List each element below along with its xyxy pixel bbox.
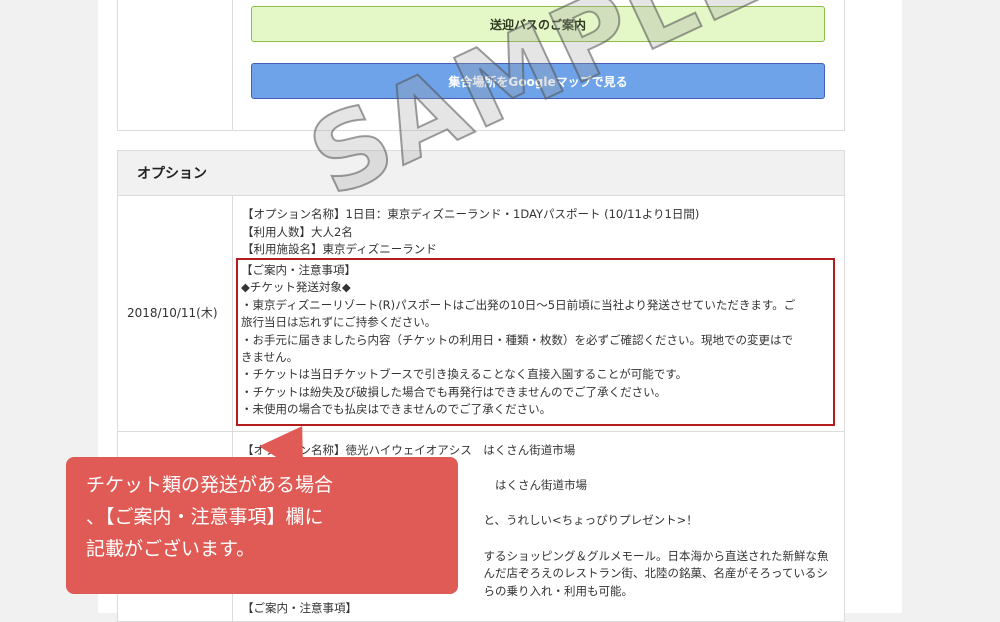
callout-line: 、【ご案内・注意事項】欄に xyxy=(86,506,324,528)
option-facility: 【利用施設名】東京ディズニーランド xyxy=(242,242,437,257)
label-column xyxy=(118,0,233,130)
notes-heading: 【ご案内・注意事項】 xyxy=(241,263,356,277)
annotation-callout: チケット類の発送がある場合 、【ご案内・注意事項】欄に 記載がございます。 xyxy=(66,457,458,594)
option-party-size: 【利用人数】大人2名 xyxy=(242,224,353,239)
notes-line: ・チケットは紛失及び破損した場合でも再発行はできませんのでご了承ください。 xyxy=(241,384,667,399)
notes-line: 旅行当日は忘れずにご持参ください。 xyxy=(241,315,437,330)
notes-line: ・東京ディズニーリゾート(R)パスポートはご出発の10日～5日前頃に当社より発送… xyxy=(241,297,796,312)
options-section-title: オプション xyxy=(117,150,845,196)
option-date: 2018/10/11(木) xyxy=(127,306,218,320)
notes-line: ・お手元に届きましたら内容（チケットの利用日・種類・枚数）を必ずご確認ください。… xyxy=(241,332,793,347)
google-map-button[interactable]: 集合場所をGoogleマップで見る xyxy=(251,63,825,99)
notes-heading: 【ご案内・注意事項】 xyxy=(242,601,357,616)
notes-line: きません。 xyxy=(241,349,299,364)
option-name: 【オプション名称】1日目：東京ディズニーランド・1DAYパスポート (10/11… xyxy=(242,207,700,221)
option-details: 【オプション名称】1日目：東京ディズニーランド・1DAYパスポート (10/11… xyxy=(242,206,842,259)
notes-highlight-box: 【ご案内・注意事項】 ◆チケット発送対象◆ ・東京ディズニーリゾート(R)パスポ… xyxy=(236,258,835,426)
notes-line: ◆チケット発送対象◆ xyxy=(241,280,351,295)
callout-line: 記載がございます。 xyxy=(86,538,256,560)
callout-line: チケット類の発送がある場合 xyxy=(86,474,334,496)
notes-line: ・未使用の場合でも払戻はできませんのでご了承ください。 xyxy=(241,402,552,417)
notes-line: ・チケットは当日チケットブースで引き換えることなく直接入園することが可能です。 xyxy=(241,367,688,382)
date-cell: 2018/10/11(木) xyxy=(118,196,233,431)
transport-section: 送迎バスのご案内 集合場所をGoogleマップで見る xyxy=(117,0,845,131)
shuttle-bus-info-button[interactable]: 送迎バスのご案内 xyxy=(251,6,825,42)
